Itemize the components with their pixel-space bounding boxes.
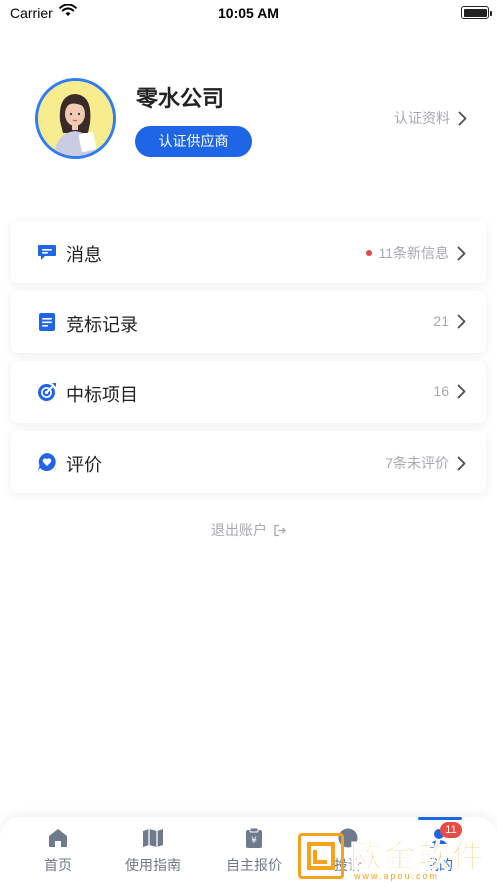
certification-info-label: 认证资料 xyxy=(394,110,450,126)
heart-icon xyxy=(38,453,56,471)
tab-label: 自主报价 xyxy=(226,857,282,873)
menu-value: 11条新信息 xyxy=(378,245,449,261)
menu-label: 中标项目 xyxy=(66,385,138,405)
message-icon xyxy=(38,245,56,260)
watermark-url: www.apou.com xyxy=(354,871,440,881)
avatar[interactable] xyxy=(35,78,116,159)
chevron-right-icon xyxy=(458,111,467,125)
menu-value: 7条未评价 xyxy=(385,455,449,471)
menu-item-won-projects[interactable]: 中标项目 16 xyxy=(11,361,486,423)
status-bar: Carrier 10:05 AM xyxy=(0,0,497,26)
watermark-logo: 欧金软件园 www.apou.com xyxy=(298,827,492,881)
menu-item-bid-records[interactable]: 竞标记录 21 xyxy=(11,291,486,353)
company-name: 零水公司 xyxy=(136,86,225,111)
watermark-icon xyxy=(298,833,344,879)
tab-guide[interactable]: 使用指南 xyxy=(108,827,198,875)
target-icon xyxy=(38,383,56,401)
user-illustration-icon xyxy=(38,81,113,156)
battery-icon xyxy=(461,6,492,19)
menu-item-messages[interactable]: 消息 11条新信息 xyxy=(11,221,486,283)
menu-item-reviews[interactable]: 评价 7条未评价 xyxy=(11,431,486,493)
menu-label: 消息 xyxy=(66,245,102,265)
tab-home[interactable]: 首页 xyxy=(13,827,103,875)
menu-value: 16 xyxy=(433,383,449,399)
logout-label: 退出账户 xyxy=(211,522,267,538)
active-tab-indicator xyxy=(418,817,462,820)
tab-self-quote[interactable]: ¥ 自主报价 xyxy=(209,827,299,875)
chevron-right-icon xyxy=(457,384,466,398)
clock: 10:05 AM xyxy=(218,5,279,21)
chevron-right-icon xyxy=(457,246,466,260)
map-icon xyxy=(143,829,163,847)
menu-label: 竞标记录 xyxy=(66,315,138,335)
quote-clipboard-icon: ¥ xyxy=(246,827,262,848)
logout-icon xyxy=(274,524,286,536)
logout-button[interactable]: 退出账户 xyxy=(0,520,497,540)
svg-text:¥: ¥ xyxy=(251,836,257,846)
tab-label: 使用指南 xyxy=(125,857,181,873)
certification-info-link[interactable]: 认证资料 xyxy=(394,108,467,128)
chevron-right-icon xyxy=(457,456,466,470)
home-icon xyxy=(49,829,67,847)
chevron-right-icon xyxy=(457,314,466,328)
verify-supplier-button[interactable]: 认证供应商 xyxy=(135,126,252,157)
tab-label: 首页 xyxy=(44,857,72,873)
unread-dot xyxy=(366,250,373,256)
menu-label: 评价 xyxy=(66,455,102,475)
menu-value: 21 xyxy=(433,313,449,329)
document-icon xyxy=(39,313,55,331)
